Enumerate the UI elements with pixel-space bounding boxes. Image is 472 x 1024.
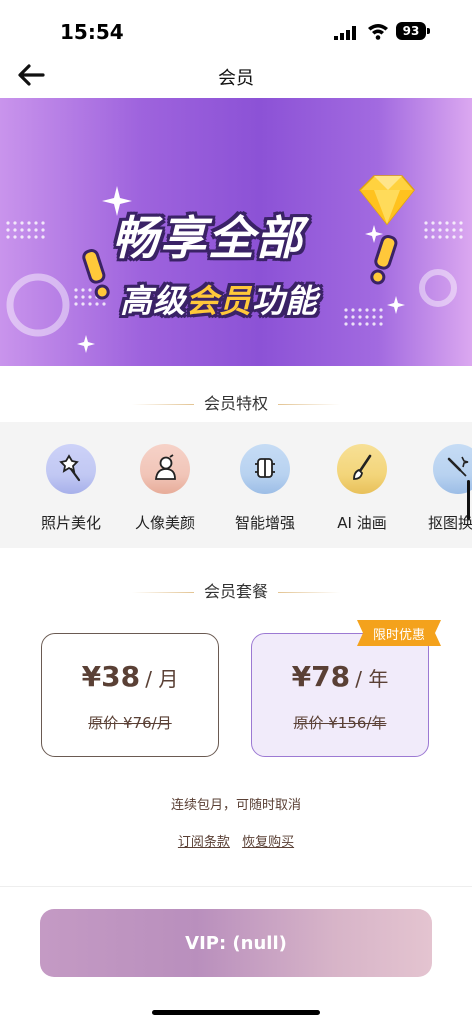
banner-subheadline: 高级会员功能: [120, 282, 319, 320]
privileges-section-title: 会员特权: [0, 390, 472, 414]
promo-banner: 畅享全部 高级会员功能: [0, 98, 472, 366]
page-title: 会员: [218, 68, 254, 89]
battery-icon: 93: [396, 22, 430, 40]
plan-yearly-original-price: 原价 ¥156/年: [293, 714, 387, 732]
privilege-ai-oil-painting[interactable]: AI 油画: [318, 444, 406, 533]
status-time: 15:54: [60, 20, 124, 44]
subscription-note: 连续包月，可随时取消: [170, 798, 301, 813]
portrait-icon: [140, 444, 190, 494]
plan-monthly-original-price: 原价 ¥76/月: [88, 714, 172, 732]
limited-offer-badge: 限时优惠: [357, 620, 441, 646]
wifi-icon: [368, 24, 388, 40]
paint-brush-icon: [337, 444, 387, 494]
restore-purchase-link[interactable]: 恢复购买: [242, 835, 294, 850]
packages-section-title: 会员套餐: [0, 578, 472, 602]
nav-bar: 会员: [0, 56, 472, 96]
privilege-smart-enhance[interactable]: 智能增强: [221, 444, 309, 533]
cellular-signal-icon: [334, 26, 356, 40]
privilege-photo-beautify[interactable]: 照片美化: [27, 444, 115, 533]
divider: [0, 886, 472, 887]
magic-wand-icon: [46, 444, 96, 494]
vip-purchase-button[interactable]: VIP: (null): [40, 909, 432, 977]
home-indicator: [152, 1010, 320, 1015]
plan-yearly-price: ¥78 / 年: [291, 660, 389, 693]
privileges-list[interactable]: 照片美化 人像美颜 智能增强 AI 油画 抠图换背: [0, 422, 472, 548]
plan-monthly-price: ¥38 / 月: [81, 660, 179, 693]
horizontal-scroll-indicator[interactable]: [467, 480, 470, 520]
banner-highlight: 会员: [186, 282, 253, 320]
enhance-icon: [240, 444, 290, 494]
legal-links: 订阅条款 恢复购买: [0, 831, 472, 850]
banner-headline: 畅享全部: [112, 211, 304, 265]
privilege-portrait-beauty[interactable]: 人像美颜: [121, 444, 209, 533]
diamond-icon: [358, 175, 415, 226]
terms-link[interactable]: 订阅条款: [178, 835, 230, 850]
plan-yearly[interactable]: ¥78 / 年 原价 ¥156/年: [251, 633, 429, 757]
status-bar: 15:54 93: [0, 0, 472, 56]
plan-monthly[interactable]: ¥38 / 月 原价 ¥76/月: [41, 633, 219, 757]
battery-level: 93: [396, 22, 426, 40]
privilege-cutout-background[interactable]: 抠图换背: [414, 444, 472, 533]
